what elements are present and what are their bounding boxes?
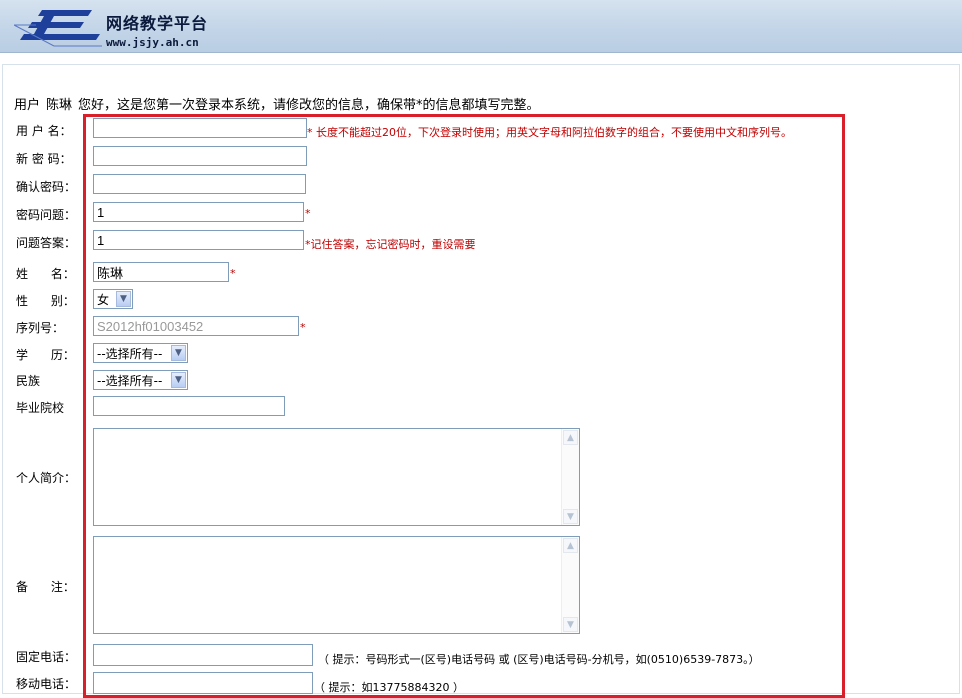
name-required-mark: *	[230, 267, 236, 280]
greeting-message: 您好，这是您第一次登录本系统，请修改您的信息，确保带*的信息都填写完整。	[78, 98, 540, 113]
site-logo-icon	[14, 10, 102, 47]
new-password-label: 新 密 码：	[16, 152, 72, 166]
scroll-up-icon[interactable]: ▲	[563, 538, 578, 553]
security-question-label: 密码问题：	[16, 208, 77, 222]
chevron-down-icon[interactable]: ▼	[171, 372, 186, 388]
phone-input[interactable]	[93, 644, 313, 666]
site-url: www.jsjy.ah.cn	[106, 36, 199, 49]
name-label: 姓 名：	[16, 267, 75, 281]
greeting-user-name: 陈琳	[46, 98, 73, 113]
education-select-value: --选择所有--	[97, 347, 163, 361]
security-question-required-mark: *	[305, 207, 311, 220]
bio-textarea[interactable]: ▲ ▼	[93, 428, 580, 526]
scroll-down-icon[interactable]: ▼	[563, 617, 578, 632]
remarks-textarea[interactable]: ▲ ▼	[93, 536, 580, 634]
school-label: 毕业院校	[16, 401, 65, 415]
mobile-label: 移动电话：	[16, 677, 77, 691]
ethnicity-select-value: --选择所有--	[97, 374, 163, 388]
school-input[interactable]	[93, 396, 285, 416]
mobile-hint: （ 提示：如13775884320 ）	[314, 681, 464, 694]
name-input[interactable]	[93, 262, 229, 282]
security-answer-label: 问题答案：	[16, 236, 77, 250]
gender-select[interactable]: 女 ▼	[93, 289, 133, 309]
site-header: 网络教学平台 www.jsjy.ah.cn	[0, 0, 962, 53]
bio-label: 个人简介：	[16, 471, 77, 485]
site-title: 网络教学平台	[106, 14, 209, 33]
education-select[interactable]: --选择所有-- ▼	[93, 343, 188, 363]
phone-label: 固定电话：	[16, 650, 77, 664]
serial-input	[93, 316, 299, 336]
gender-select-value: 女	[97, 293, 110, 307]
education-label: 学 历：	[16, 348, 75, 362]
serial-required-mark: *	[300, 321, 306, 334]
ethnicity-select[interactable]: --选择所有-- ▼	[93, 370, 188, 390]
greeting-prefix: 用户	[14, 98, 41, 113]
username-label: 用 户 名：	[16, 124, 72, 138]
scroll-up-icon[interactable]: ▲	[563, 430, 578, 445]
new-password-input[interactable]	[93, 146, 307, 166]
chevron-down-icon[interactable]: ▼	[116, 291, 131, 307]
confirm-password-label: 确认密码：	[16, 180, 77, 194]
username-note: * 长度不能超过20位，下次登录时使用；用英文字母和阿拉伯数字的组合，不要使用中…	[307, 126, 792, 139]
username-input[interactable]	[93, 118, 307, 138]
serial-label: 序列号：	[16, 321, 65, 335]
remarks-scrollbar[interactable]: ▲ ▼	[561, 537, 579, 633]
ethnicity-label: 民族	[16, 374, 41, 388]
security-answer-note: *记住答案，忘记密码时，重设需要	[305, 238, 476, 251]
remarks-label: 备 注：	[16, 580, 75, 594]
greeting-text: 用户 陈琳 您好，这是您第一次登录本系统，请修改您的信息，确保带*的信息都填写完整。	[14, 94, 546, 113]
security-answer-input[interactable]	[93, 230, 304, 250]
gender-label: 性 别：	[16, 294, 75, 308]
phone-hint: （ 提示：号码形式一(区号)电话号码 或 (区号)电话号码-分机号，如(0510…	[318, 653, 760, 666]
mobile-input[interactable]	[93, 672, 313, 694]
scroll-down-icon[interactable]: ▼	[563, 509, 578, 524]
chevron-down-icon[interactable]: ▼	[171, 345, 186, 361]
confirm-password-input[interactable]	[93, 174, 306, 194]
bio-scrollbar[interactable]: ▲ ▼	[561, 429, 579, 525]
security-question-input[interactable]	[93, 202, 304, 222]
